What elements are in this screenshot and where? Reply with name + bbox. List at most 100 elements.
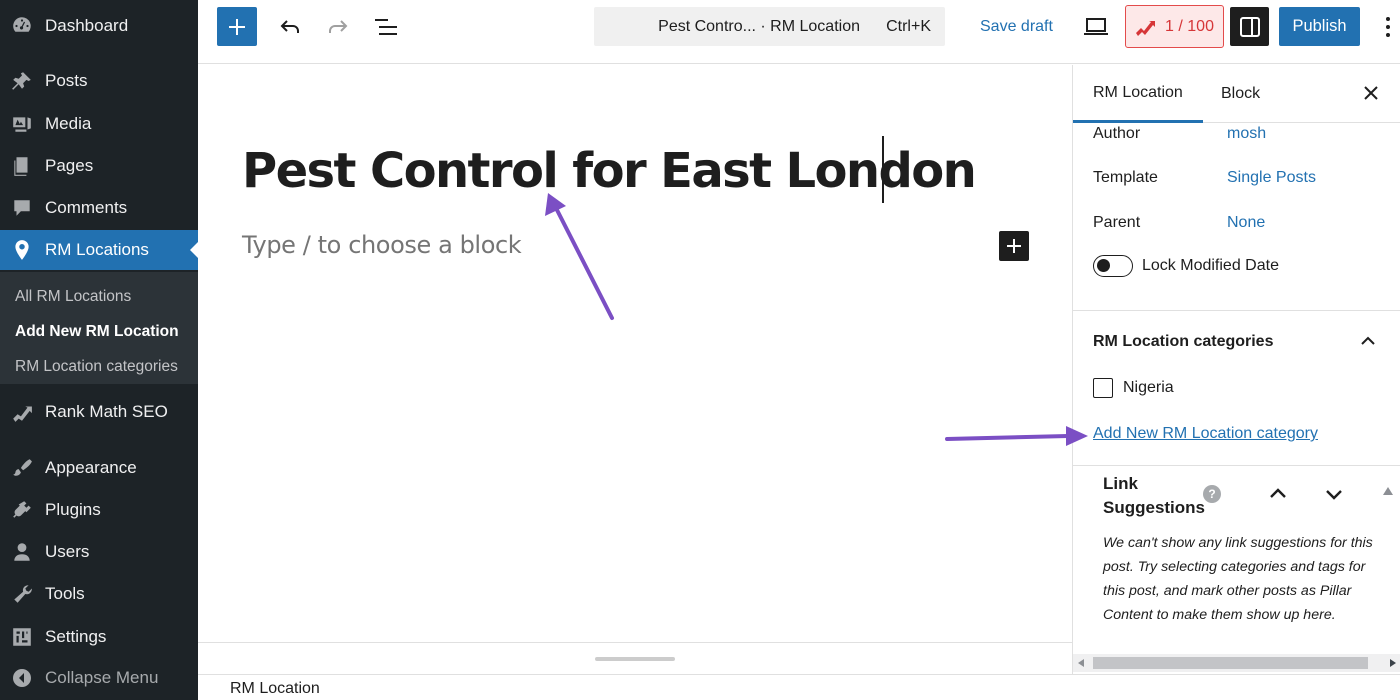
- author-label: Author: [1093, 125, 1141, 142]
- menu-item-media[interactable]: Media: [0, 104, 198, 144]
- submenu-all-rm-locations[interactable]: All RM Locations: [15, 288, 131, 306]
- scroll-right-arrow-icon[interactable]: [1390, 659, 1396, 667]
- undo-button[interactable]: [272, 9, 308, 45]
- categories-panel-title[interactable]: RM Location categories: [1093, 333, 1273, 351]
- chevron-up-icon[interactable]: [1360, 333, 1376, 354]
- menu-item-posts[interactable]: Posts: [0, 61, 198, 101]
- menu-item-rm-locations[interactable]: RM Locations: [0, 230, 198, 270]
- publish-button[interactable]: Publish: [1279, 7, 1360, 46]
- divider: [1073, 310, 1400, 311]
- plus-icon: [1007, 239, 1021, 253]
- post-title-input[interactable]: Pest Control for East London: [242, 139, 977, 203]
- scrollbar-thumb[interactable]: [1093, 657, 1368, 669]
- media-icon: [10, 112, 34, 136]
- current-indicator: [190, 242, 198, 258]
- plugin-icon: [10, 498, 34, 522]
- collapse-icon: [10, 666, 34, 690]
- settings-sidebar: RM Location Block Author mosh Template S…: [1072, 65, 1400, 674]
- scroll-up-arrow-icon[interactable]: [1383, 487, 1393, 495]
- menu-label: Comments: [45, 198, 128, 217]
- block-placeholder[interactable]: Type / to choose a block: [242, 231, 522, 259]
- menu-label: Pages: [45, 156, 94, 175]
- add-block-button[interactable]: [999, 231, 1029, 261]
- parent-value[interactable]: None: [1227, 214, 1265, 232]
- document-overview-button[interactable]: [368, 9, 404, 45]
- redo-button[interactable]: [320, 9, 356, 45]
- toggle-knob: [1097, 259, 1110, 272]
- collapse-menu-button[interactable]: Collapse Menu: [0, 658, 198, 698]
- editor-toolbar: Pest Contro... · RM Location Ctrl+K Save…: [198, 0, 1400, 64]
- menu-item-settings[interactable]: Settings: [0, 617, 198, 657]
- undo-icon: [280, 20, 299, 33]
- help-icon[interactable]: ?: [1203, 485, 1221, 503]
- chevron-up-icon[interactable]: [1269, 485, 1287, 508]
- author-value[interactable]: mosh: [1227, 125, 1266, 143]
- options-menu-button[interactable]: [1376, 9, 1400, 45]
- comments-icon: [10, 196, 34, 220]
- template-value[interactable]: Single Posts: [1227, 169, 1316, 187]
- pin-icon: [10, 69, 34, 93]
- menu-label: Dashboard: [45, 16, 129, 35]
- preview-button[interactable]: [1078, 9, 1114, 45]
- menu-item-appearance[interactable]: Appearance: [0, 448, 198, 488]
- chevron-down-icon[interactable]: [1325, 485, 1343, 508]
- menu-item-pages[interactable]: Pages: [0, 146, 198, 186]
- menu-item-tools[interactable]: Tools: [0, 574, 198, 614]
- category-checkbox-nigeria[interactable]: [1093, 378, 1113, 398]
- block-inserter-button[interactable]: [217, 7, 257, 46]
- rank-math-icon: [10, 400, 34, 424]
- sidebar-icon: [1239, 16, 1260, 37]
- submenu-add-new-rm-location[interactable]: Add New RM Location: [15, 323, 179, 341]
- menu-label: Media: [45, 114, 92, 133]
- lock-modified-date-toggle[interactable]: [1093, 255, 1133, 277]
- seo-score: 1 / 100: [1165, 17, 1214, 35]
- resize-handle[interactable]: [595, 657, 675, 661]
- menu-item-plugins[interactable]: Plugins: [0, 490, 198, 530]
- rank-math-icon: [1136, 20, 1156, 36]
- desktop-preview-icon: [1084, 18, 1108, 35]
- category-label: Nigeria: [1123, 379, 1174, 396]
- rm-locations-submenu: All RM Locations Add New RM Location RM …: [0, 272, 198, 384]
- add-new-category-link[interactable]: Add New RM Location category: [1093, 425, 1318, 443]
- user-icon: [10, 540, 34, 564]
- text-cursor: [882, 136, 884, 203]
- pages-icon: [10, 154, 34, 178]
- lock-modified-date-label: Lock Modified Date: [1142, 257, 1279, 274]
- close-sidebar-button[interactable]: [1361, 83, 1381, 103]
- wrench-icon: [10, 582, 34, 606]
- rank-math-score-button[interactable]: 1 / 100: [1125, 5, 1224, 48]
- location-pin-icon: [10, 238, 34, 262]
- menu-item-rank-math-seo[interactable]: Rank Math SEO: [0, 392, 198, 432]
- template-label: Template: [1093, 169, 1158, 186]
- more-vertical-icon: [1386, 17, 1390, 37]
- menu-label: RM Locations: [45, 240, 149, 259]
- link-suggestions-panel: Link Suggestions ? We can't show any lin…: [1073, 465, 1400, 674]
- scroll-left-arrow-icon[interactable]: [1078, 659, 1084, 667]
- editor-footer: RM Location: [198, 674, 1400, 700]
- dashboard-icon: [10, 14, 34, 38]
- menu-item-comments[interactable]: Comments: [0, 188, 198, 228]
- meta-boxes-resize-bar: [198, 642, 1072, 674]
- horizontal-scrollbar[interactable]: [1073, 654, 1400, 672]
- settings-icon: [10, 625, 34, 649]
- close-icon: [1364, 86, 1378, 100]
- link-suggestions-title: Link Suggestions: [1103, 474, 1206, 517]
- tab-block[interactable]: Block: [1201, 65, 1280, 123]
- save-draft-button[interactable]: Save draft: [974, 9, 1059, 45]
- editor-canvas: Pest Control for East London Type / to c…: [198, 65, 1072, 642]
- menu-label: Collapse Menu: [45, 668, 159, 687]
- tab-rm-location[interactable]: RM Location: [1073, 65, 1203, 123]
- block-breadcrumb[interactable]: RM Location: [230, 680, 320, 698]
- sidebar-tabs: RM Location Block: [1073, 65, 1400, 123]
- settings-sidebar-toggle[interactable]: [1230, 7, 1269, 46]
- menu-item-users[interactable]: Users: [0, 532, 198, 572]
- link-suggestions-message: We can't show any link suggestions for t…: [1103, 535, 1373, 623]
- menu-label: Appearance: [45, 458, 137, 477]
- document-title: Pest Contro... · RM Location: [658, 17, 860, 35]
- command-palette-button[interactable]: Pest Contro... · RM Location Ctrl+K: [594, 7, 945, 46]
- submenu-rm-location-categories[interactable]: RM Location categories: [15, 358, 178, 376]
- plus-icon: [229, 18, 245, 35]
- menu-item-dashboard[interactable]: Dashboard: [0, 6, 198, 46]
- keyboard-shortcut: Ctrl+K: [886, 17, 931, 35]
- menu-label: Posts: [45, 71, 88, 90]
